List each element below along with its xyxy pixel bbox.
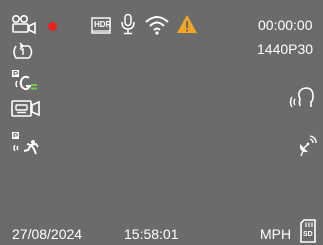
parking-motion-icon (11, 131, 41, 157)
wifi-icon (144, 13, 170, 35)
voice-control-icon (289, 86, 315, 110)
sd-card-icon: SD (299, 219, 317, 243)
hdr-icon: HDR (91, 15, 111, 35)
parking-gsensor-icon (11, 69, 39, 93)
dashcam-screen: HDR 00:00:00 1440P30 27/08/2024 15:58:01… (0, 0, 323, 245)
dual-camera-icon (11, 14, 37, 34)
speed-unit-label: MPH (260, 226, 292, 242)
gps-satellite-icon (294, 134, 318, 158)
sd-label: SD (303, 231, 313, 238)
time-label: 15:58:01 (124, 226, 179, 242)
date-label: 27/08/2024 (12, 226, 83, 242)
loop-recording-icon (11, 42, 35, 62)
recording-indicator (48, 22, 57, 31)
driver-camera-icon (11, 100, 41, 118)
resolution-label: 1440P30 (257, 41, 314, 57)
hdr-label: HDR (94, 20, 112, 29)
recording-time: 00:00:00 (258, 17, 313, 33)
warning-icon (176, 14, 198, 34)
microphone-icon (120, 13, 136, 35)
